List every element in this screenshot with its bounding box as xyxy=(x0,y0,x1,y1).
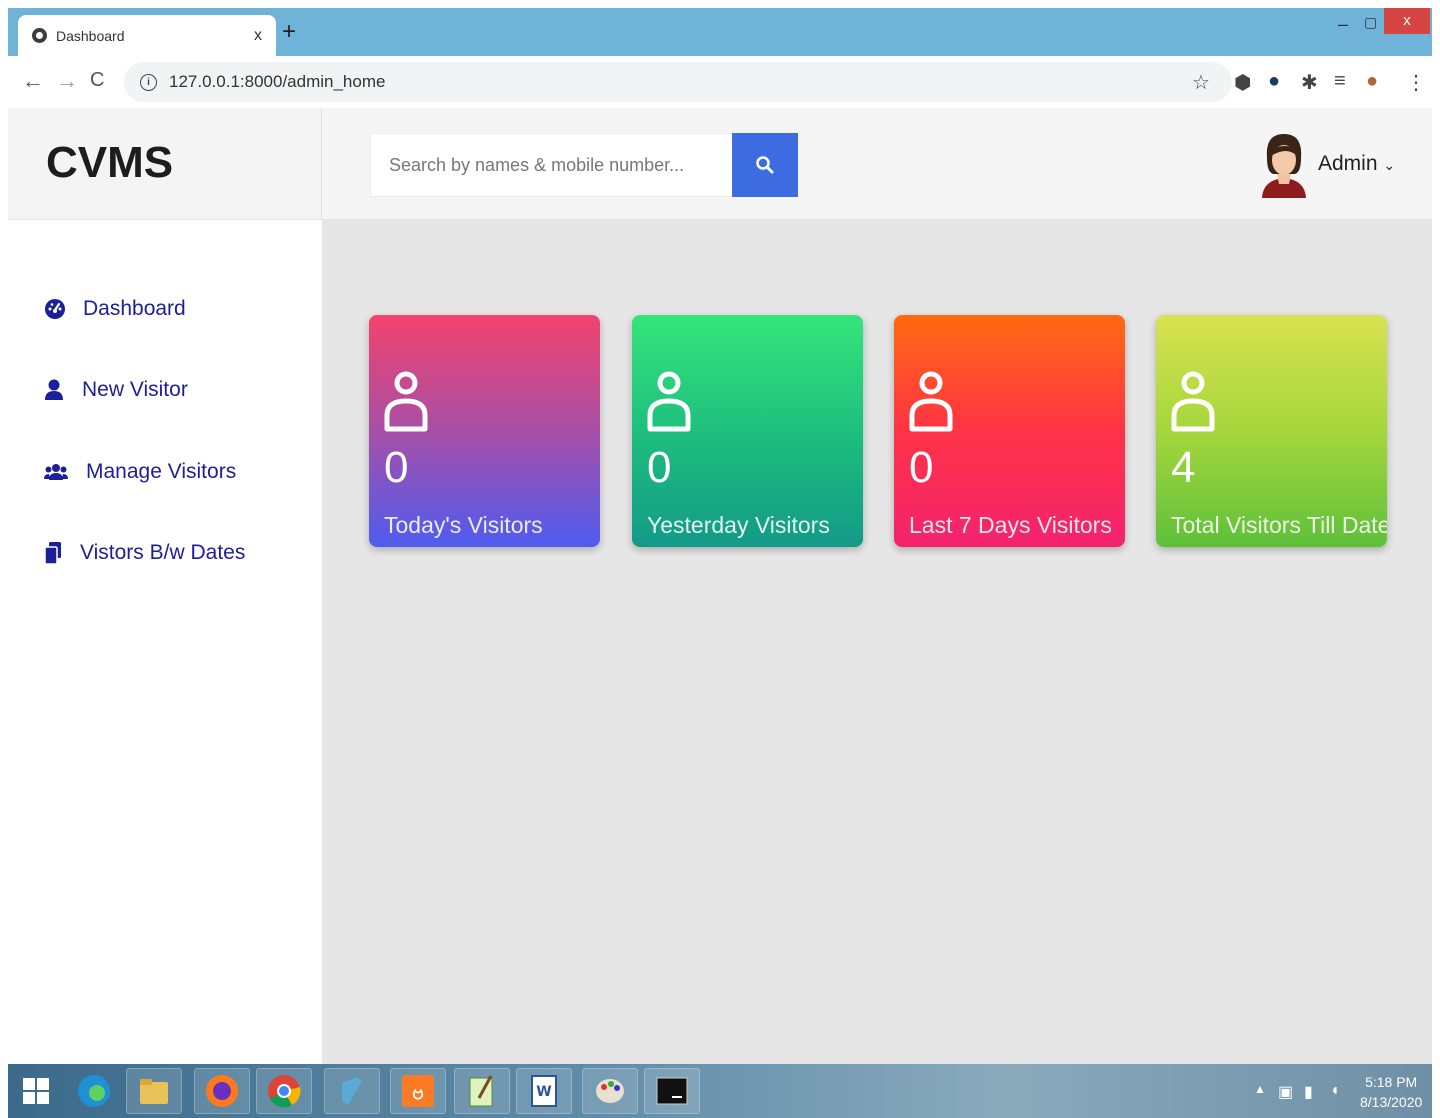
browser-menu-icon[interactable]: ⋮ xyxy=(1406,70,1426,95)
globe-icon xyxy=(32,28,47,43)
taskbar-edge[interactable] xyxy=(66,1068,122,1114)
search-icon xyxy=(756,156,774,174)
taskbar-notepad-plus[interactable] xyxy=(454,1068,510,1114)
dashboard-gauge-icon xyxy=(45,299,65,319)
sidebar: Dashboard New Visitor Manage Visitors Vi… xyxy=(8,220,321,1064)
users-icon xyxy=(44,464,68,480)
stat-card-last-7-days[interactable]: 0 Last 7 Days Visitors xyxy=(894,315,1125,547)
chrome-icon xyxy=(268,1075,301,1108)
extension-icon[interactable]: ● xyxy=(1268,70,1280,93)
puzzle-extensions-icon[interactable]: ✱ xyxy=(1301,70,1318,95)
stat-value: 0 xyxy=(909,443,934,492)
brand-area: CVMS xyxy=(8,108,321,220)
files-icon xyxy=(44,542,61,565)
window-minimize-button[interactable]: ‒ xyxy=(1338,14,1348,35)
sidebar-item-new-visitor[interactable]: New Visitor xyxy=(44,378,188,402)
back-arrow-icon[interactable]: ← xyxy=(22,68,44,94)
windows-taskbar: ဗ W ▲ ▣ ▮ ◖ 5:18 PM 8/13/2020 xyxy=(8,1064,1432,1118)
user-icon xyxy=(45,379,63,400)
browser-tab-strip: Dashboard x + ‒ ▢ x xyxy=(8,8,1432,56)
admin-user-menu[interactable]: Admin ⌄ xyxy=(1318,152,1395,176)
taskbar-file-explorer[interactable] xyxy=(126,1068,182,1114)
browser-tab[interactable]: Dashboard x xyxy=(18,15,276,56)
info-icon[interactable]: i xyxy=(140,73,157,91)
paint-palette-icon xyxy=(596,1079,624,1103)
person-outline-icon xyxy=(1171,371,1215,432)
sidebar-item-dashboard[interactable]: Dashboard xyxy=(44,297,186,321)
stat-value: 0 xyxy=(384,443,409,492)
stat-value: 4 xyxy=(1171,443,1196,492)
stat-label: Yesterday Visitors xyxy=(647,512,830,538)
tab-title: Dashboard xyxy=(56,27,125,44)
network-icon[interactable]: ▣ xyxy=(1278,1082,1293,1102)
taskbar-paint[interactable] xyxy=(582,1068,638,1114)
taskbar-firefox[interactable] xyxy=(194,1068,250,1114)
stat-label: Total Visitors Till Date xyxy=(1171,512,1387,538)
taskbar-command-prompt[interactable] xyxy=(644,1068,700,1114)
clock-time: 5:18 PM xyxy=(1365,1074,1418,1090)
person-outline-icon xyxy=(909,371,953,432)
svg-text:W: W xyxy=(536,1084,551,1100)
sidebar-item-visitors-between-dates[interactable]: Vistors B/w Dates xyxy=(44,541,245,565)
volume-icon[interactable]: ◖ xyxy=(1330,1082,1340,1100)
stat-card-yesterday[interactable]: 0 Yesterday Visitors xyxy=(632,315,863,547)
chevron-down-icon: ⌄ xyxy=(1383,157,1396,173)
bookmark-star-icon[interactable]: ☆ xyxy=(1192,70,1210,95)
main-content: 0 Today's Visitors 0 Yesterday Visitors … xyxy=(322,220,1432,1064)
xampp-icon: ဗ xyxy=(402,1075,434,1107)
cube-app-icon xyxy=(342,1077,362,1105)
tab-close-button[interactable]: x xyxy=(254,27,262,45)
admin-label: Admin xyxy=(1318,152,1378,175)
firefox-icon xyxy=(206,1075,238,1107)
windows-logo-icon xyxy=(23,1078,49,1104)
top-header: Admin ⌄ xyxy=(321,108,1432,220)
tray-expand-icon[interactable]: ▲ xyxy=(1254,1082,1266,1096)
browser-toolbar: ← → C i 127.0.0.1:8000/admin_home ☆ ⬢ ● … xyxy=(8,56,1432,108)
svg-text:ဗ: ဗ xyxy=(412,1080,423,1104)
sidebar-item-label: Manage Visitors xyxy=(86,460,237,483)
notepad-plus-icon xyxy=(469,1075,493,1107)
sidebar-item-manage-visitors[interactable]: Manage Visitors xyxy=(44,460,236,484)
taskbar-app-cube[interactable] xyxy=(324,1068,380,1114)
word-icon: W xyxy=(531,1075,557,1107)
profile-avatar-icon[interactable]: ● xyxy=(1366,70,1378,93)
address-bar[interactable]: i 127.0.0.1:8000/admin_home xyxy=(124,62,1232,102)
battery-icon[interactable]: ▮ xyxy=(1304,1082,1313,1102)
taskbar-clock[interactable]: 5:18 PM 8/13/2020 xyxy=(1360,1072,1422,1112)
forward-arrow-icon[interactable]: → xyxy=(56,68,78,94)
sidebar-item-label: New Visitor xyxy=(82,378,188,401)
taskbar-word[interactable]: W xyxy=(516,1068,572,1114)
stat-label: Today's Visitors xyxy=(384,512,543,538)
window-maximize-button[interactable]: ▢ xyxy=(1364,14,1377,31)
window-close-button[interactable]: x xyxy=(1384,8,1430,34)
stat-card-today[interactable]: 0 Today's Visitors xyxy=(369,315,600,547)
person-outline-icon xyxy=(647,371,691,432)
clock-date: 8/13/2020 xyxy=(1360,1094,1423,1110)
brand-logo-text[interactable]: CVMS xyxy=(46,138,173,188)
folder-icon xyxy=(140,1079,168,1104)
edge-icon xyxy=(78,1075,110,1107)
taskbar-chrome[interactable] xyxy=(256,1068,312,1114)
command-prompt-icon xyxy=(656,1077,688,1105)
reading-list-icon[interactable]: ≡ xyxy=(1334,70,1346,93)
reload-icon[interactable]: C xyxy=(90,69,104,92)
stat-value: 0 xyxy=(647,443,672,492)
search-input[interactable] xyxy=(370,133,734,197)
stat-label: Last 7 Days Visitors xyxy=(909,512,1112,538)
address-bar-url: 127.0.0.1:8000/admin_home xyxy=(169,72,386,91)
sidebar-item-label: Vistors B/w Dates xyxy=(80,541,246,564)
admin-avatar[interactable] xyxy=(1259,130,1309,198)
person-outline-icon xyxy=(384,371,428,432)
shield-extension-icon[interactable]: ⬢ xyxy=(1234,70,1251,95)
taskbar-xampp[interactable]: ဗ xyxy=(390,1068,446,1114)
new-tab-button[interactable]: + xyxy=(282,18,296,46)
sidebar-item-label: Dashboard xyxy=(83,297,186,320)
search-button[interactable] xyxy=(732,133,798,197)
stat-card-total[interactable]: 4 Total Visitors Till Date xyxy=(1156,315,1387,547)
windows-start-button[interactable] xyxy=(8,1068,64,1114)
